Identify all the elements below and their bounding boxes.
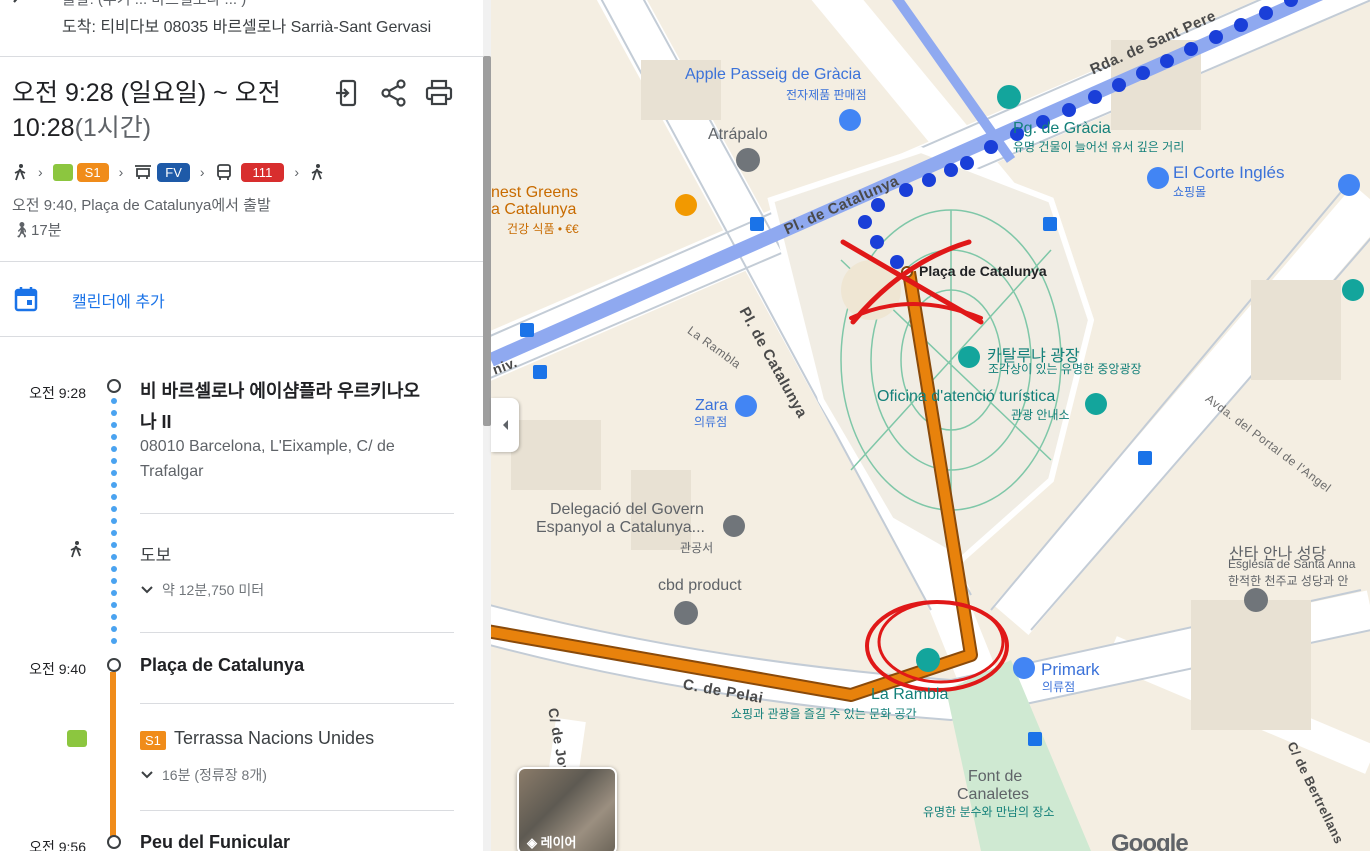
chevron-down-icon <box>141 586 153 594</box>
chevron-right-icon: › <box>199 164 205 180</box>
train-stops-toggle[interactable]: 16분 (정류장 8개) <box>140 765 267 785</box>
poi-label[interactable]: Font de <box>968 768 1022 786</box>
divider <box>0 56 483 57</box>
poi-sublabel: Església de Santa Anna <box>1228 557 1356 571</box>
poi-sublabel: 쇼핑과 관광을 즐길 수 있는 문화 공간 <box>731 707 917 721</box>
walk-total: 🚶︎17분 <box>12 219 62 240</box>
fv-badge: FV <box>157 162 190 182</box>
chevron-down-icon <box>141 771 153 779</box>
add-to-calendar-button[interactable]: 캘린더에 추가 <box>72 288 165 312</box>
trip-duration: (1시간) <box>74 114 152 142</box>
stop-name[interactable]: Plaça de Catalunya <box>140 655 304 676</box>
poi-label[interactable]: nest Greens <box>491 184 578 202</box>
poi-sublabel: 의류점 <box>1042 680 1076 694</box>
poi-sublabel: 관광 안내소 <box>1011 408 1070 422</box>
stop-marker <box>107 379 121 393</box>
poi-label[interactable]: Canaletes <box>957 786 1029 804</box>
layers-text: 레이어 <box>540 835 577 850</box>
poi-sublabel: 의류점 <box>694 415 728 429</box>
print-icon[interactable] <box>424 78 454 108</box>
map-canvas[interactable]: Apple Passeig de Gràcia 전자제품 판매점 Atrápal… <box>491 0 1370 851</box>
train-direction: Terrassa Nacions Unides <box>174 728 375 748</box>
divider <box>140 703 454 704</box>
layers-button[interactable]: ◈ 레이어 <box>517 767 617 851</box>
stop-marker <box>107 835 121 849</box>
poi-label[interactable]: La Rambla <box>871 686 948 704</box>
walk-dotted-line <box>111 398 117 650</box>
address-line: 08010 Barcelona, L'Eixample, C/ de <box>140 438 395 455</box>
poi-sublabel: 쇼핑몰 <box>1173 185 1207 199</box>
stop-address: 08010 Barcelona, L'Eixample, C/ de Trafa… <box>140 434 395 484</box>
divider <box>140 632 454 633</box>
funicular-icon <box>135 165 152 179</box>
walk-small-icon: 🚶︎ <box>12 222 32 239</box>
stop-time: 오전 9:56 <box>29 839 86 851</box>
walk-icon <box>70 541 82 558</box>
share-icon[interactable] <box>379 78 409 108</box>
poi-sublabel: 건강 식품 • €€ <box>507 222 579 236</box>
walk-step-label: 도보 <box>140 546 172 565</box>
walk-icon <box>14 164 26 181</box>
divider <box>0 336 483 337</box>
poi-sublabel: 전자제품 판매점 <box>786 88 867 102</box>
stop-name-line: 비 바르셀로나 에이샴플라 우르키나오 <box>140 381 420 401</box>
chevron-right-icon: › <box>294 164 299 180</box>
poi-sublabel: 한적한 천주교 성당과 안 <box>1228 574 1349 588</box>
poi-label[interactable]: Delegació del Govern <box>550 501 704 519</box>
divider <box>140 810 454 811</box>
collapse-panel-button[interactable] <box>491 398 519 452</box>
send-to-phone-icon[interactable] <box>333 78 363 108</box>
divider <box>140 513 454 514</box>
stop-time: 오전 9:40 <box>29 661 86 677</box>
route-summary: › S1 › FV › 111 › <box>12 160 325 184</box>
back-arrow-icon[interactable] <box>6 0 30 14</box>
s1-badge: S1 <box>140 731 166 750</box>
bus-badge: 111 <box>240 162 285 182</box>
poi-label[interactable]: Plaça de Catalunya <box>919 263 1047 279</box>
divider <box>0 261 483 262</box>
poi-label[interactable]: Atrápalo <box>708 126 768 144</box>
stop-name[interactable]: 비 바르셀로나 에이샴플라 우르키나오 나 II <box>140 376 460 438</box>
walk-details-toggle[interactable]: 약 12분,750 미터 <box>140 580 264 600</box>
layers-icon: ◈ <box>527 835 541 850</box>
poi-label[interactable]: Pg. de Gràcia <box>1013 120 1111 138</box>
destination-text: 도착: 티비다보 08035 바르셀로나 Sarrià-Sant Gervasi <box>62 19 432 36</box>
stop-marker <box>107 658 121 672</box>
poi-label[interactable]: El Corte Inglés <box>1173 163 1285 183</box>
chevron-right-icon: › <box>118 164 124 180</box>
poi-label[interactable]: Primark <box>1041 660 1100 680</box>
s1-badge: S1 <box>76 162 109 182</box>
address-line: Trafalgar <box>140 463 204 480</box>
poi-label[interactable]: Apple Passeig de Gràcia <box>685 66 861 84</box>
walk-total-text: 17분 <box>31 222 62 239</box>
poi-sublabel: 조각상이 있는 유명한 중앙광장 <box>988 362 1142 376</box>
stop-time: 오전 9:28 <box>29 385 86 401</box>
chevron-right-icon: › <box>38 164 43 180</box>
google-logo: Google <box>1111 830 1189 851</box>
poi-sublabel: 유명 건물이 늘어선 유서 깊은 거리 <box>1013 140 1185 154</box>
train-route-line <box>110 672 116 838</box>
poi-sublabel: 유명한 분수와 만남의 장소 <box>923 805 1055 819</box>
calendar-icon[interactable] <box>14 286 38 312</box>
poi-label[interactable]: a Catalunya <box>491 201 576 219</box>
directions-panel: 출발: (부기 ... 바르셀로나 ... ) 도착: 티비다보 08035 바… <box>0 0 491 851</box>
stop-name[interactable]: Peu del Funicular <box>140 832 290 851</box>
rodalies-icon <box>52 163 73 181</box>
chevron-left-icon <box>503 420 508 430</box>
train-stops-text: 16분 (정류장 8개) <box>162 767 267 783</box>
origin-text: 출발: (부기 ... 바르셀로나 ... ) <box>62 0 246 9</box>
layers-label: ◈ 레이어 <box>527 832 577 851</box>
bus-icon <box>216 164 231 180</box>
scrollbar-thumb[interactable] <box>483 56 491 426</box>
poi-label[interactable]: Espanyol a Catalunya... <box>536 519 705 537</box>
walk-details-text: 약 12분,750 미터 <box>162 582 265 598</box>
poi-label[interactable]: cbd product <box>658 577 742 595</box>
poi-label[interactable]: Oficina d'atenció turística <box>877 388 1055 406</box>
departure-info: 오전 9:40, Plaça de Catalunya에서 출발 <box>12 197 271 214</box>
walk-icon <box>311 164 323 181</box>
rodalies-icon <box>67 730 87 747</box>
trip-time-title: 오전 9:28 (일요일) ~ 오전 10:28(1시간) <box>12 76 312 146</box>
poi-sublabel: 관공서 <box>680 541 714 555</box>
